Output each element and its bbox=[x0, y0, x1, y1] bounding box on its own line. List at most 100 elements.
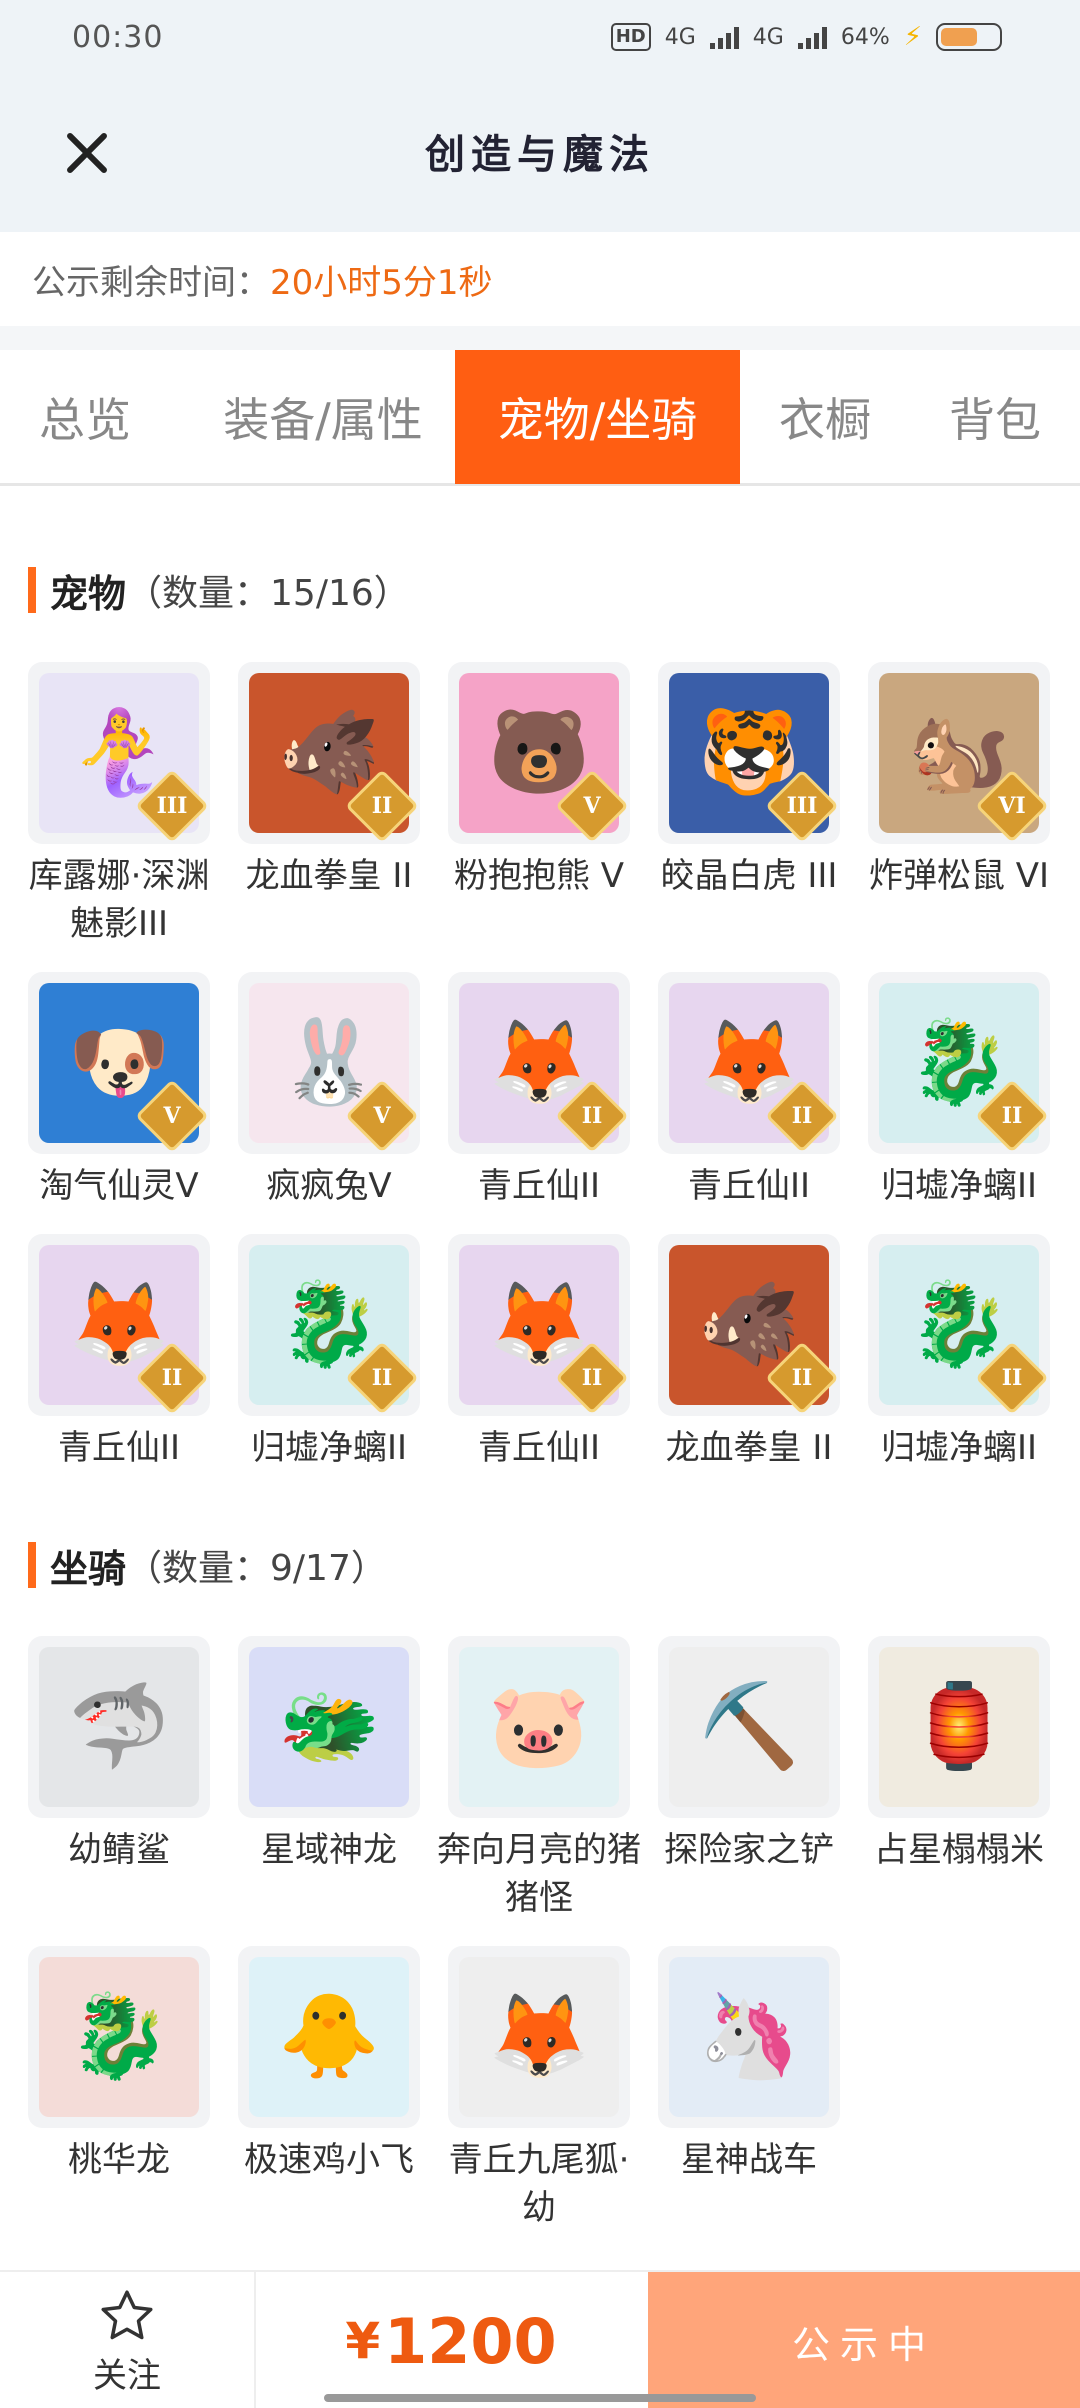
item-thumbnail: 🦈 bbox=[28, 1636, 210, 1818]
status-time: 00:30 bbox=[72, 20, 164, 55]
item-name: 青丘九尾狐·幼 bbox=[448, 2140, 630, 2228]
grid-item[interactable]: 🐲 星域神龙 bbox=[238, 1636, 420, 1874]
follow-button[interactable]: 关注 bbox=[0, 2272, 256, 2408]
item-name: 归墟净螭II bbox=[880, 1166, 1038, 1206]
home-indicator[interactable] bbox=[324, 2394, 756, 2402]
grid-item[interactable]: 🏮 占星榻榻米 bbox=[868, 1636, 1050, 1874]
grid-item[interactable]: 🐉 II 归墟净螭II bbox=[238, 1234, 420, 1472]
grid-item[interactable]: 🐻 V 粉抱抱熊 V bbox=[448, 662, 630, 900]
countdown-label: 公示剩余时间： bbox=[32, 262, 270, 303]
grid-item[interactable]: 🐗 II 龙血拳皇 II bbox=[658, 1234, 840, 1472]
item-thumbnail: 🧜‍♀️ III bbox=[28, 662, 210, 844]
item-name: 库露娜·深渊魅影III bbox=[28, 856, 210, 944]
bottom-action-bar: 关注 ¥ 1200 公示中 bbox=[0, 2270, 1080, 2408]
item-name: 极速鸡小飞 bbox=[244, 2140, 414, 2180]
item-thumbnail: 🦊 II bbox=[448, 972, 630, 1154]
grid-item[interactable]: 🐰 V 疯疯兔V bbox=[238, 972, 420, 1210]
item-thumbnail: 🏮 bbox=[868, 1636, 1050, 1818]
grid-item[interactable]: 🦊 青丘九尾狐·幼 bbox=[448, 1946, 630, 2232]
countdown-value: 20小时5分1秒 bbox=[270, 262, 493, 303]
item-thumbnail: 🐷 bbox=[448, 1636, 630, 1818]
pets-title: 宠物 bbox=[50, 571, 127, 616]
tab-overview[interactable]: 总览 bbox=[0, 350, 170, 484]
grid-item[interactable]: 🐗 II 龙血拳皇 II bbox=[238, 662, 420, 900]
rank-label: III bbox=[786, 793, 818, 819]
rank-label: II bbox=[581, 1365, 603, 1391]
item-image: 🦊 bbox=[459, 1957, 619, 2117]
grid-item[interactable]: 🐶 V 淘气仙灵V bbox=[28, 972, 210, 1210]
item-image: 🐉 bbox=[39, 1957, 199, 2117]
item-name: 龙血拳皇 II bbox=[245, 856, 413, 896]
item-name: 粉抱抱熊 V bbox=[453, 856, 625, 896]
price-display: ¥ 1200 bbox=[256, 2272, 646, 2408]
item-image: 🐥 bbox=[249, 1957, 409, 2117]
tab-backpack[interactable]: 背包 bbox=[920, 350, 1070, 484]
tab-pets-mounts[interactable]: 宠物/坐骑 bbox=[455, 350, 740, 484]
currency-symbol: ¥ bbox=[345, 2312, 381, 2370]
signal-icon bbox=[709, 25, 739, 49]
item-thumbnail: 🦊 II bbox=[28, 1234, 210, 1416]
item-name: 探险家之铲 bbox=[664, 1830, 834, 1870]
item-name: 淘气仙灵V bbox=[39, 1166, 199, 1206]
mounts-count: （数量：9/17） bbox=[126, 1548, 387, 1589]
hd-badge: HD bbox=[610, 23, 651, 51]
grid-item[interactable]: 🐉 II 归墟净螭II bbox=[868, 972, 1050, 1210]
item-name: 青丘仙II bbox=[477, 1428, 601, 1468]
top-header-area: 00:30 HD 4G 4G 64% ⚡ 创造与魔法 bbox=[0, 0, 1080, 232]
grid-item[interactable]: 🐉 II 归墟净螭II bbox=[868, 1234, 1050, 1472]
item-thumbnail: 🦄 bbox=[658, 1946, 840, 2128]
grid-item[interactable]: 🐷 奔向月亮的猪猪怪 bbox=[437, 1636, 641, 1922]
star-icon bbox=[101, 2290, 153, 2339]
grid-item[interactable]: 🦄 星神战车 bbox=[658, 1946, 840, 2184]
item-name: 归墟净螭II bbox=[880, 1428, 1038, 1468]
item-name: 幼鲭鲨 bbox=[68, 1830, 170, 1870]
item-name: 占星榻榻米 bbox=[874, 1830, 1044, 1870]
grid-item[interactable]: 🐿️ VI 炸弹松鼠 VI bbox=[868, 662, 1050, 900]
item-thumbnail: 🐲 bbox=[238, 1636, 420, 1818]
item-name: 归墟净螭II bbox=[250, 1428, 408, 1468]
rank-label: III bbox=[156, 793, 188, 819]
network-label-1: 4G bbox=[664, 24, 696, 50]
grid-item[interactable]: 🦊 II 青丘仙II bbox=[658, 972, 840, 1210]
rank-label: II bbox=[791, 1365, 813, 1391]
item-thumbnail: 🐰 V bbox=[238, 972, 420, 1154]
rank-label: II bbox=[581, 1103, 603, 1129]
item-thumbnail: 🐻 V bbox=[448, 662, 630, 844]
mounts-title: 坐骑 bbox=[50, 1546, 127, 1591]
item-name: 奔向月亮的猪猪怪 bbox=[437, 1830, 641, 1918]
section-accent-bar bbox=[28, 1542, 36, 1588]
grid-item[interactable]: ⛏️ 探险家之铲 bbox=[658, 1636, 840, 1874]
item-thumbnail: 🦊 II bbox=[448, 1234, 630, 1416]
item-name: 星神战车 bbox=[681, 2140, 817, 2180]
tab-wardrobe[interactable]: 衣橱 bbox=[750, 350, 900, 484]
tab-bar: 总览 装备/属性 宠物/坐骑 衣橱 背包 bbox=[0, 350, 1080, 486]
grid-item[interactable]: 🐉 桃华龙 bbox=[28, 1946, 210, 2184]
item-thumbnail: 🐗 II bbox=[238, 662, 420, 844]
item-thumbnail: 🐶 V bbox=[28, 972, 210, 1154]
item-image: 🏮 bbox=[879, 1647, 1039, 1807]
grid-item[interactable]: 🧜‍♀️ III 库露娜·深渊魅影III bbox=[28, 662, 210, 948]
grid-item[interactable]: 🦈 幼鲭鲨 bbox=[28, 1636, 210, 1874]
item-thumbnail: ⛏️ bbox=[658, 1636, 840, 1818]
item-name: 青丘仙II bbox=[687, 1166, 811, 1206]
signal-icon bbox=[797, 25, 827, 49]
grid-item[interactable]: 🦊 II 青丘仙II bbox=[448, 972, 630, 1210]
tab-equipment[interactable]: 装备/属性 bbox=[188, 350, 458, 484]
grid-item[interactable]: 🐯 III 皎晶白虎 III bbox=[658, 662, 840, 900]
publicity-countdown: 公示剩余时间： 20小时5分1秒 bbox=[0, 232, 1080, 326]
item-image: 🦄 bbox=[669, 1957, 829, 2117]
price-value: 1200 bbox=[384, 2304, 557, 2378]
grid-item[interactable]: 🐥 极速鸡小飞 bbox=[238, 1946, 420, 2184]
publicity-status-button[interactable]: 公示中 bbox=[648, 2272, 1080, 2408]
rank-label: II bbox=[1001, 1365, 1023, 1391]
charging-icon: ⚡ bbox=[903, 22, 922, 52]
status-icons: HD 4G 4G 64% ⚡ bbox=[610, 22, 1002, 52]
grid-item[interactable]: 🦊 II 青丘仙II bbox=[448, 1234, 630, 1472]
item-thumbnail: 🐥 bbox=[238, 1946, 420, 2128]
rank-label: II bbox=[1001, 1103, 1023, 1129]
grid-item[interactable]: 🦊 II 青丘仙II bbox=[28, 1234, 210, 1472]
item-name: 龙血拳皇 II bbox=[665, 1428, 833, 1468]
rank-label: II bbox=[161, 1365, 183, 1391]
item-thumbnail: 🐿️ VI bbox=[868, 662, 1050, 844]
item-image: 🐷 bbox=[459, 1647, 619, 1807]
